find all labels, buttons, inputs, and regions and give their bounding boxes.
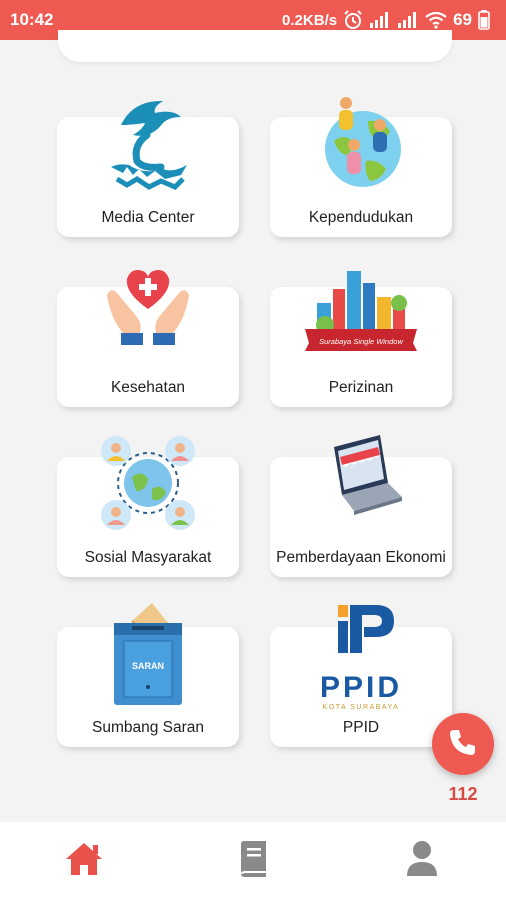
menu-tile-label: Pemberdayaan Ekonomi: [276, 549, 446, 566]
phone-icon: [448, 727, 478, 762]
community-network-icon: [98, 433, 198, 538]
ppid-logo-text: PPID: [320, 671, 402, 704]
menu-tile-pemberdayaan-ekonomi[interactable]: Pemberdayaan Ekonomi: [270, 435, 452, 577]
book-icon: [237, 840, 269, 883]
ppid-logo-subtext: KOTA SURABAYA: [323, 704, 400, 711]
menu-tile-kesehatan[interactable]: Kesehatan: [57, 270, 239, 407]
header-card: [58, 30, 452, 62]
menu-tile-sosial-masyarakat[interactable]: Sosial Masyarakat: [57, 436, 239, 577]
menu-tile-media-center[interactable]: Media Center: [57, 100, 239, 237]
perizinan-banner-text: Surabaya Single Window: [319, 337, 403, 346]
emergency-number: 112: [448, 784, 478, 804]
signal-icon: [397, 11, 419, 29]
status-right: 0.2KB/s 69: [282, 10, 490, 30]
menu-tile-kependudukan[interactable]: Kependudukan: [270, 97, 452, 237]
user-icon: [405, 840, 439, 883]
nav-profile[interactable]: [392, 836, 452, 886]
globe-people-icon: [316, 95, 406, 200]
emergency-call-button[interactable]: [432, 713, 494, 775]
ppid-logo-icon: PPID KOTA SURABAYA: [306, 603, 416, 720]
menu-tile-label: Perizinan: [328, 379, 394, 396]
menu-tile-label: PPID: [342, 719, 380, 736]
menu-tile-label: Media Center: [101, 209, 195, 226]
menu-tile-perizinan[interactable]: Surabaya Single Window Perizinan: [270, 271, 452, 407]
city-skyline-icon: Surabaya Single Window: [301, 269, 421, 362]
menu-tile-label: Kependudukan: [308, 209, 414, 226]
crocodile-shark-logo-icon: [103, 95, 193, 200]
menu-tile-label: Kesehatan: [110, 379, 186, 396]
nav-home[interactable]: [54, 836, 114, 886]
wifi-icon: [425, 11, 447, 29]
laptop-shop-icon: [318, 435, 404, 524]
menu-tile-sumbang-saran[interactable]: SARAN Sumbang Saran: [57, 603, 239, 747]
menu-tile-label: Sosial Masyarakat: [84, 549, 212, 566]
battery-icon: [478, 10, 490, 30]
saran-box-text: SARAN: [132, 661, 164, 671]
network-speed: 0.2KB/s: [282, 11, 338, 29]
signal-icon: [369, 11, 391, 29]
nav-book[interactable]: [223, 836, 283, 886]
home-icon: [64, 841, 104, 882]
status-time: 10:42: [10, 10, 54, 29]
suggestion-box-icon: SARAN: [108, 603, 188, 712]
menu-tile-label: Sumbang Saran: [91, 719, 205, 736]
bottom-nav: [0, 822, 506, 900]
alarm-icon: [343, 10, 363, 30]
hands-heart-icon: [103, 265, 193, 362]
battery-level: 69: [453, 10, 472, 29]
menu-tile-ppid[interactable]: PPID KOTA SURABAYA PPID: [270, 605, 452, 747]
